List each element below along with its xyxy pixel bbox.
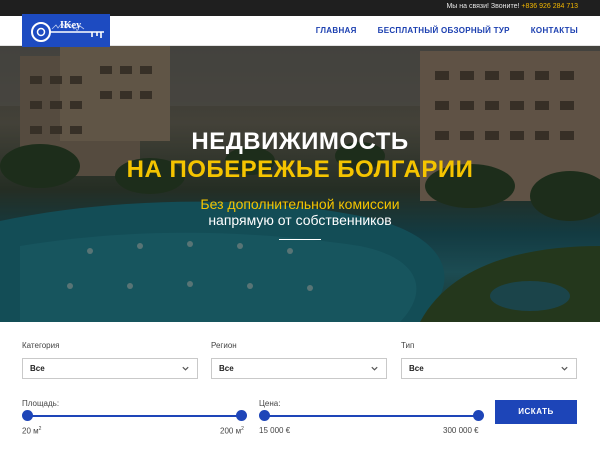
price-max-handle[interactable] [473, 410, 484, 421]
hero-divider [279, 239, 321, 240]
area-max-handle[interactable] [236, 410, 247, 421]
hero-banner: НЕДВИЖИМОСТЬ НА ПОБЕРЕЖЬЕ БОЛГАРИИ Без д… [0, 46, 600, 322]
phone-link[interactable]: +836 926 284 713 [521, 3, 578, 10]
type-label: Тип [401, 341, 415, 350]
area-range-track [27, 415, 242, 417]
price-range-track [264, 415, 479, 417]
region-label: Регион [211, 341, 237, 350]
price-label: Цена: [259, 399, 281, 408]
hero-title-line2: НА ПОБЕРЕЖЬЕ БОЛГАРИИ [126, 156, 474, 183]
chevron-down-icon [561, 366, 568, 371]
nav-item-home[interactable]: ГЛАВНАЯ [316, 26, 357, 35]
hero-subtitle-line1: Без дополнительной комиссии [200, 196, 400, 212]
area-range-slider[interactable] [22, 410, 247, 422]
category-select[interactable]: Все [22, 358, 198, 379]
main-nav: ГЛАВНАЯ БЕСПЛАТНЫЙ ОБЗОРНЫЙ ТУР КОНТАКТЫ [316, 26, 578, 35]
contact-text: Мы на связи! Звоните! [446, 3, 520, 10]
price-range-slider[interactable] [259, 410, 484, 422]
price-min-handle[interactable] [259, 410, 270, 421]
search-button[interactable]: ИСКАТЬ [495, 400, 577, 424]
svg-text:IKey: IKey [60, 20, 81, 31]
area-max-value: 200 м2 [220, 426, 244, 436]
hero-title-line1: НЕДВИЖИМОСТЬ [191, 128, 409, 155]
area-min-handle[interactable] [22, 410, 33, 421]
hero-subtitle-line2: напрямую от собственников [208, 212, 392, 228]
price-min-value: 15 000 € [259, 426, 291, 435]
nav-item-free-tour[interactable]: БЕСПЛАТНЫЙ ОБЗОРНЫЙ ТУР [378, 26, 510, 35]
hero-overlay [0, 46, 600, 322]
type-select[interactable]: Все [401, 358, 577, 379]
area-label: Площадь: [22, 399, 60, 408]
key-logo-icon: IKey [31, 20, 104, 42]
chevron-down-icon [371, 366, 378, 371]
category-value: Все [30, 364, 45, 373]
chevron-down-icon [182, 366, 189, 371]
price-max-value: 300 000 € [443, 426, 479, 435]
region-value: Все [219, 364, 234, 373]
area-min-value: 20 м2 [22, 426, 42, 436]
type-value: Все [409, 364, 424, 373]
property-search-form [0, 322, 600, 450]
contact-line: Мы на связи! Звоните! +836 926 284 713 [446, 3, 578, 10]
nav-item-contacts[interactable]: КОНТАКТЫ [531, 26, 578, 35]
category-label: Категория [22, 341, 60, 350]
site-logo[interactable]: IKey [22, 14, 110, 47]
region-select[interactable]: Все [211, 358, 387, 379]
